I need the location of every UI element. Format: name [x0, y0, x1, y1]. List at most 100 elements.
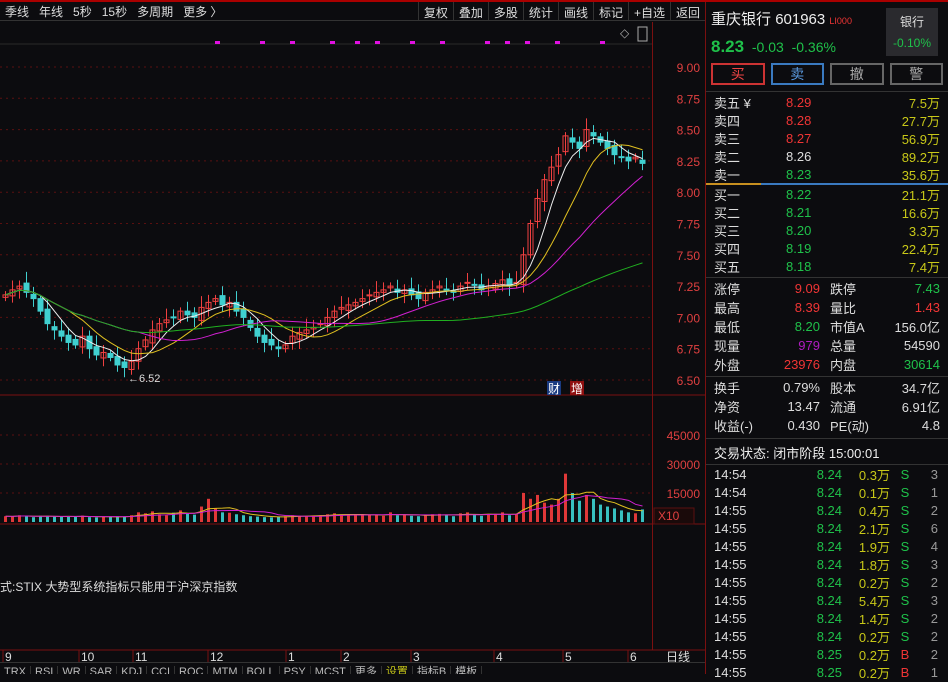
volume-bar	[137, 512, 140, 522]
volume-bar	[88, 517, 91, 522]
tick-row: 14:54 8.24 0.1万 S 1	[706, 483, 948, 501]
event-marker	[505, 41, 510, 44]
indicator-tab[interactable]: ROC	[175, 666, 209, 674]
stat-label: 量比	[830, 301, 857, 316]
indicator-tab[interactable]: 更多	[350, 666, 382, 674]
month-label: 1	[288, 650, 295, 662]
sector-box[interactable]: 银行 -0.10%	[886, 8, 938, 56]
volume-bar	[445, 515, 448, 522]
period-label[interactable]: 日线	[666, 650, 690, 662]
alert-button[interactable]: 警	[889, 63, 943, 85]
book-row[interactable]: 卖五 ¥ 8.29 7.5万	[706, 93, 948, 111]
stat-label: 股本	[830, 381, 857, 396]
candle-body	[93, 346, 100, 356]
tick-side: S	[900, 484, 910, 500]
volume-bar	[508, 515, 511, 522]
tick-volume: 0.1万	[858, 485, 890, 501]
event-marker	[290, 41, 295, 44]
tick-count: 3	[930, 556, 938, 572]
tick-count: 3	[930, 592, 938, 608]
statistics-button[interactable]: 统计	[522, 2, 558, 20]
tick-side: S	[900, 502, 910, 518]
draw-line-button[interactable]: 画线	[557, 2, 593, 20]
indicator-tab[interactable]: WR	[58, 666, 86, 674]
price-tick-label: 6.50	[677, 374, 701, 388]
period-5s[interactable]: 5秒	[68, 3, 97, 20]
volume-bar	[32, 517, 35, 522]
indicator-tab[interactable]: 指标B	[412, 666, 452, 674]
indicator-tab[interactable]: TRX	[0, 666, 31, 674]
candle-body	[443, 288, 450, 291]
indicator-tab[interactable]: KDJ	[117, 666, 148, 674]
tick-price: 8.24	[816, 610, 842, 626]
indicator-tab[interactable]: MCST	[310, 666, 351, 674]
level-volume: 35.6万	[901, 167, 940, 183]
overlay-button[interactable]: 叠加	[452, 2, 488, 20]
period-quarter[interactable]: 季线	[0, 3, 34, 20]
book-row[interactable]: 卖四 8.28 27.7万	[706, 111, 948, 129]
indicator-tab[interactable]: SAR	[85, 666, 118, 674]
indicator-tab[interactable]: BOLL	[242, 666, 280, 674]
diamond-icon[interactable]: ◇	[620, 26, 630, 40]
book-row[interactable]: 卖三 8.27 56.9万	[706, 129, 948, 147]
kline-chart[interactable]: ◇ 9.00 8.75 8.50 8.25 8.00 7.75 7.50 7.25 7.00 6.7…	[0, 22, 705, 662]
indicator-tabs: TRX RSI WR SAR KDJ CCI ROC MTM BOLL PSY MCST 更多 设置 指标…	[0, 662, 705, 674]
stock-name: 重庆银行	[711, 11, 772, 28]
book-row[interactable]: 买五 8.18 7.4万	[706, 257, 948, 275]
volume-bar	[403, 514, 406, 522]
volume-ma5-line	[5, 491, 643, 518]
stat-row: 最高 8.39 量比 1.43	[706, 298, 948, 317]
panel-toggle-icon[interactable]	[637, 26, 648, 42]
candle-body	[366, 294, 373, 297]
indicator-tab[interactable]: 模板	[451, 666, 483, 674]
multi-stock-button[interactable]: 多股	[487, 2, 523, 20]
stat-row: 现量 979 总量 54590	[706, 336, 948, 355]
cancel-order-button[interactable]: 撤	[830, 63, 884, 85]
book-row[interactable]: 买四 8.19 22.4万	[706, 239, 948, 257]
candle-body	[261, 334, 268, 343]
indicator-tab[interactable]: CCI	[147, 666, 176, 674]
volume-bar	[473, 514, 476, 522]
mark-button[interactable]: 标记	[592, 2, 628, 20]
book-row[interactable]: 卖二 8.26 89.2万	[706, 147, 948, 165]
multi-period[interactable]: 多周期	[132, 3, 178, 20]
buy-button[interactable]: 买	[711, 63, 765, 85]
volume-bar	[487, 514, 490, 522]
indicator-tab[interactable]: 设置	[381, 666, 413, 674]
volume-bar	[151, 511, 154, 522]
indicator-tab[interactable]: MTM	[208, 666, 243, 674]
period-15s[interactable]: 15秒	[97, 3, 132, 20]
add-watchlist-button[interactable]: +自选	[627, 2, 670, 20]
level-volume: 7.5万	[908, 95, 940, 111]
sell-button[interactable]: 卖	[770, 63, 824, 85]
level-label: 买三	[714, 223, 741, 239]
volume-bar	[368, 514, 371, 522]
volume-bar	[347, 515, 350, 522]
tick-side: S	[900, 520, 910, 536]
back-button[interactable]: 返回	[669, 2, 705, 20]
more-periods[interactable]: 更多 〉	[178, 3, 227, 20]
book-row[interactable]: 买三 8.20 3.3万	[706, 221, 948, 239]
axis-divider	[652, 22, 653, 650]
volume-bar	[228, 512, 231, 522]
adjust-button[interactable]: 复权	[417, 2, 453, 20]
stat-value: 7.43	[914, 281, 940, 296]
tick-price: 8.24	[816, 520, 842, 536]
book-row[interactable]: 买一 8.22 21.1万	[706, 185, 948, 203]
month-label: 5	[565, 650, 572, 662]
volume-bar	[522, 493, 525, 522]
event-marker	[440, 41, 445, 44]
trade-status: 交易状态: 闭市阶段 15:00:01	[706, 438, 948, 465]
level-volume: 89.2万	[901, 149, 940, 165]
event-marker	[260, 41, 265, 44]
indicator-tab[interactable]: PSY	[279, 666, 311, 674]
tick-row: 14:55 8.24 1.8万 S 3	[706, 555, 948, 573]
tick-list[interactable]: 14:54 8.24 0.3万 S 3 14:54 8.24 0.1万 S 1 14:55 8.24 0…	[706, 465, 948, 681]
level-label: 买二	[714, 205, 741, 221]
period-year[interactable]: 年线	[34, 3, 68, 20]
book-row[interactable]: 卖一 8.23 35.6万	[706, 165, 948, 183]
tick-side: B	[900, 646, 910, 662]
tick-side: S	[900, 466, 910, 482]
book-row[interactable]: 买二 8.21 16.6万	[706, 203, 948, 221]
indicator-tab[interactable]: RSI	[31, 666, 59, 674]
